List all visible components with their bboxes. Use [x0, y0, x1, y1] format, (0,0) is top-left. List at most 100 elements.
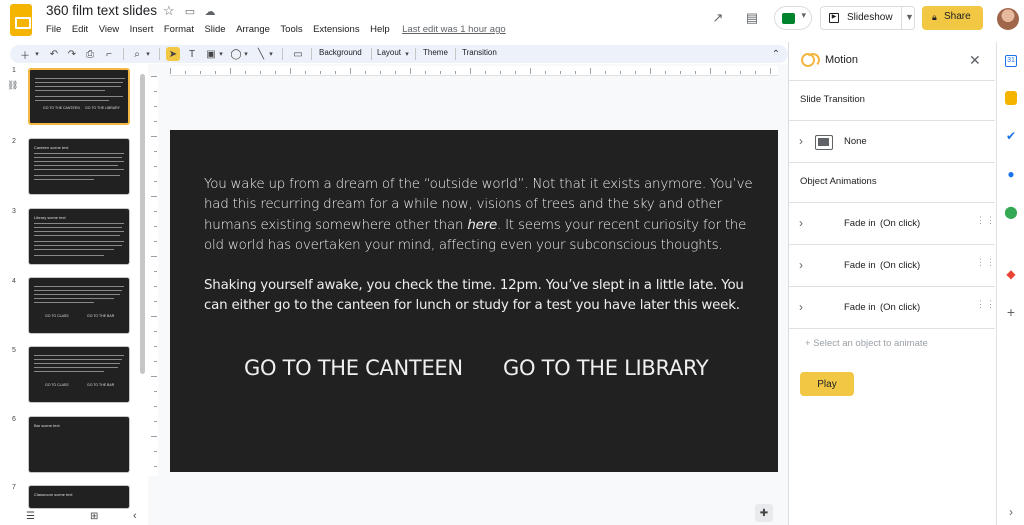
menu-edit[interactable]: Edit [72, 24, 88, 35]
drag-handle-icon[interactable]: ⋮⋮ [976, 258, 995, 272]
slide-thumbnail[interactable]: GO TO CLASS GO TO THE BAR [28, 346, 130, 403]
zoom-icon[interactable]: ⌕ [130, 47, 144, 61]
chevron-right-icon[interactable]: › [799, 258, 803, 272]
menu-extensions[interactable]: Extensions [313, 24, 359, 35]
close-icon[interactable]: ✕ [969, 52, 981, 69]
slide-paragraph-2[interactable]: Shaking yourself awake, you check the ti… [204, 276, 764, 317]
animation-effect[interactable]: Fade in [844, 260, 876, 271]
new-slide-icon[interactable]: ＋ [16, 47, 34, 62]
list-view-icon[interactable]: ☰ [26, 511, 35, 522]
document-title[interactable]: 360 film text slides [46, 3, 157, 18]
go-to-library-link[interactable]: GO TO THE LIBRARY [503, 356, 709, 380]
thumb-text-line [34, 175, 120, 176]
slideshow-label: Slideshow [847, 12, 893, 23]
chevron-down-icon[interactable]: ▼ [905, 12, 914, 22]
add-animation-row[interactable]: + Select an object to animate [805, 338, 928, 349]
background-button[interactable]: Background [319, 48, 362, 57]
activity-trend-icon[interactable]: ↗ [708, 10, 728, 26]
chevron-right-icon[interactable]: › [1003, 504, 1019, 520]
chevron-right-icon[interactable]: › [799, 216, 803, 230]
menu-insert[interactable]: Insert [130, 24, 154, 35]
play-icon: ▶ [829, 13, 839, 23]
line-icon[interactable]: ╲ [254, 47, 268, 61]
chevron-down-icon[interactable]: ▾ [33, 47, 41, 61]
slide-thumbnail[interactable]: Library scene text [28, 208, 130, 265]
play-button[interactable]: Play [800, 372, 854, 396]
menu-help[interactable]: Help [370, 24, 390, 35]
paint-format-icon[interactable]: ⌐ [103, 47, 115, 61]
animation-trigger[interactable]: (On click) [880, 218, 920, 229]
maps-icon[interactable]: ⬤ [1003, 204, 1019, 220]
animation-effect[interactable]: Fade in [844, 218, 876, 229]
drag-handle-icon[interactable]: ⋮⋮ [976, 216, 995, 230]
slide-thumbnail[interactable]: Canteen scene text [28, 138, 130, 195]
ruler-tick [154, 121, 157, 122]
office-icon[interactable]: ◆ [1003, 266, 1019, 282]
menu-slide[interactable]: Slide [204, 24, 225, 35]
thumb-button-label: GO TO THE BAR [87, 314, 115, 318]
slide-thumbnail[interactable]: Classroom scene text [28, 485, 130, 509]
slideshow-button[interactable]: ▶ Slideshow ▼ [820, 6, 915, 30]
avatar[interactable] [997, 8, 1019, 30]
thumb-text-line [35, 86, 121, 87]
transition-value[interactable]: None [844, 136, 867, 147]
slide-paragraph-1[interactable]: You wake up from a dream of the “outside… [204, 175, 764, 256]
speaker-notes-icon[interactable]: ✚ [755, 504, 773, 522]
animation-effect[interactable]: Fade in [844, 302, 876, 313]
calendar-icon[interactable]: 31 [1003, 53, 1019, 69]
text-box-icon[interactable]: T [185, 47, 199, 61]
comments-icon[interactable]: ▤ [742, 10, 762, 26]
image-icon[interactable]: ▣ [204, 47, 218, 61]
star-icon[interactable]: ☆ [163, 3, 175, 19]
slide-thumbnail[interactable]: GO TO THE CANTEEN GO TO THE LIBRARY [28, 68, 130, 125]
menu-view[interactable]: View [99, 24, 119, 35]
horizontal-ruler[interactable] [170, 66, 778, 76]
select-cursor-icon[interactable]: ➤ [166, 47, 180, 61]
chevron-down-icon[interactable]: ▾ [242, 47, 250, 61]
ruler-tick [154, 241, 157, 242]
add-icon[interactable]: + [1003, 304, 1019, 320]
tasks-icon[interactable]: ✔ [1003, 128, 1019, 144]
cloud-status-icon[interactable]: ☁ [202, 4, 218, 18]
move-folder-icon[interactable]: ▭ [182, 4, 198, 18]
keep-icon[interactable] [1005, 91, 1017, 105]
thumb-text-line [35, 100, 109, 101]
menu-arrange[interactable]: Arrange [236, 24, 270, 35]
go-to-canteen-link[interactable]: GO TO THE CANTEEN [244, 356, 463, 380]
current-slide[interactable]: You wake up from a dream of the “outside… [170, 130, 778, 472]
menu-format[interactable]: Format [164, 24, 194, 35]
thumb-text-line [34, 169, 124, 170]
redo-icon[interactable]: ↷ [66, 47, 78, 61]
slides-logo-icon[interactable] [10, 4, 32, 36]
slide-thumbnail[interactable]: GO TO CLASS GO TO THE BAR [28, 277, 130, 334]
vertical-ruler[interactable] [148, 76, 158, 476]
undo-icon[interactable]: ↶ [48, 47, 60, 61]
collapse-panel-icon[interactable]: ‹ [133, 510, 137, 522]
theme-button[interactable]: Theme [423, 48, 448, 57]
meet-call-button[interactable] [774, 6, 812, 30]
layout-button[interactable]: Layout [377, 48, 401, 57]
chevron-down-icon[interactable]: ▾ [217, 47, 225, 61]
chevron-right-icon[interactable]: › [799, 300, 803, 314]
transition-button[interactable]: Transition [462, 48, 497, 57]
print-icon[interactable]: ⎙ [84, 47, 96, 61]
chevron-up-icon[interactable]: ⌃ [770, 47, 782, 61]
animation-trigger[interactable]: (On click) [880, 260, 920, 271]
link-icon[interactable]: ⛓ [7, 80, 18, 91]
shape-icon[interactable]: ◯ [229, 47, 243, 61]
chevron-right-icon[interactable]: › [799, 134, 803, 148]
chevron-down-icon[interactable]: ▾ [403, 47, 411, 61]
contacts-icon[interactable]: ● [1003, 166, 1019, 182]
filmstrip-scrollbar[interactable] [140, 74, 145, 374]
menu-tools[interactable]: Tools [280, 24, 302, 35]
share-button[interactable]: 🔒︎ Share [922, 6, 983, 30]
slide-thumbnail[interactable]: Bar scene text [28, 416, 130, 473]
add-comment-icon[interactable]: ▭ [291, 47, 305, 61]
chevron-down-icon[interactable]: ▾ [267, 47, 275, 61]
animation-trigger[interactable]: (On click) [880, 302, 920, 313]
menu-file[interactable]: File [46, 24, 61, 35]
chevron-down-icon[interactable]: ▾ [144, 47, 152, 61]
grid-view-icon[interactable]: ⊞ [90, 511, 98, 522]
last-edit-link[interactable]: Last edit was 1 hour ago [402, 24, 506, 35]
drag-handle-icon[interactable]: ⋮⋮ [976, 300, 995, 314]
